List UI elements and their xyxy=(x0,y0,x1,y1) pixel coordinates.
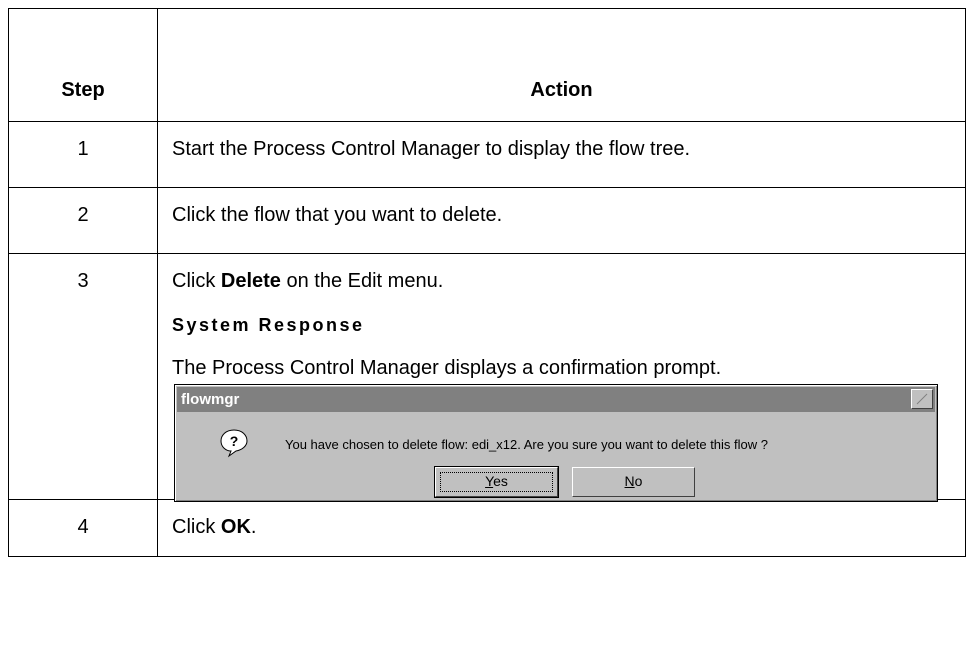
dialog-message: You have chosen to delete flow: edi_x12.… xyxy=(285,437,768,452)
dialog-titlebar: flowmgr xyxy=(177,387,935,412)
system-response-heading: System Response xyxy=(172,315,365,335)
no-button[interactable]: No xyxy=(572,467,695,497)
step-number: 1 xyxy=(8,121,158,188)
menu-command-delete: Delete xyxy=(220,270,281,292)
question-icon: ? xyxy=(220,429,248,458)
step-action: Click the flow that you want to delete. xyxy=(157,187,966,254)
dialog-title: flowmgr xyxy=(181,391,240,408)
table-row: 1 Start the Process Control Manager to d… xyxy=(8,121,966,188)
step-action-text: Click Delete on the Edit menu. xyxy=(172,270,444,292)
table-row: 4 Click OK. xyxy=(8,499,966,557)
step-number: 3 xyxy=(8,253,158,500)
close-button[interactable] xyxy=(911,389,933,409)
header-row: Step Action xyxy=(8,8,966,122)
action-header: Action xyxy=(157,8,966,122)
step-number: 4 xyxy=(8,499,158,557)
svg-text:?: ? xyxy=(230,433,239,449)
system-response-text: The Process Control Manager displays a c… xyxy=(172,357,722,379)
step-action: Click OK. xyxy=(157,499,966,557)
button-name-ok: OK xyxy=(220,516,251,538)
table-row: 2 Click the flow that you want to delete… xyxy=(8,187,966,254)
step-action: Start the Process Control Manager to dis… xyxy=(157,121,966,188)
step-header: Step xyxy=(8,8,158,122)
close-icon xyxy=(916,393,928,405)
confirmation-dialog: flowmgr ? You have chosen to delete flow… xyxy=(174,384,938,502)
step-number: 2 xyxy=(8,187,158,254)
focus-rect xyxy=(440,472,553,492)
yes-button[interactable]: Yes xyxy=(434,466,559,498)
